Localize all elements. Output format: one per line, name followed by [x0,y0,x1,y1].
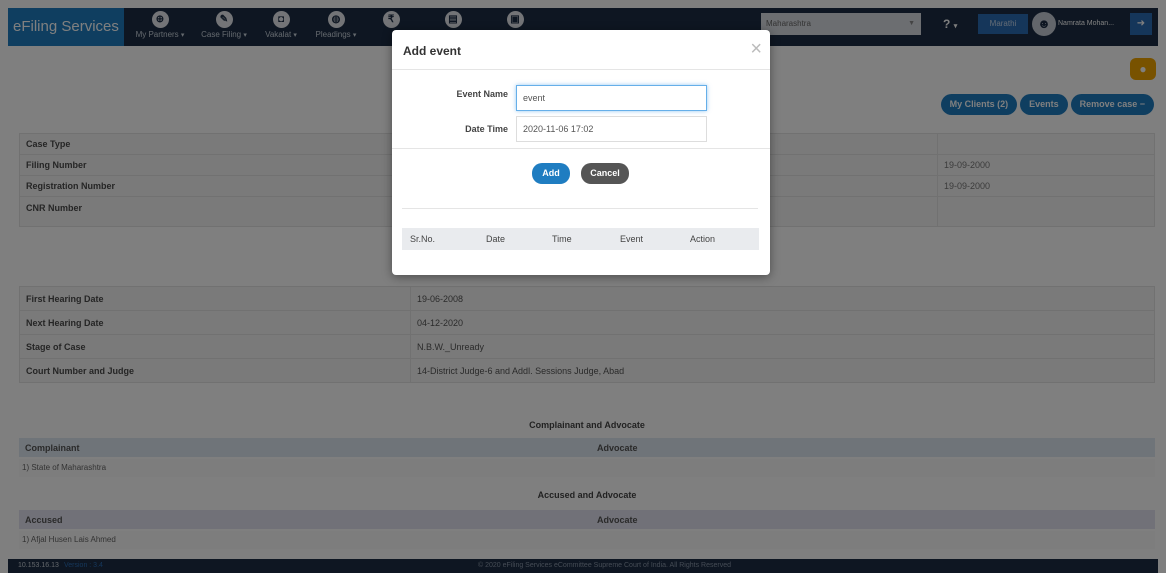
event-name-input[interactable] [516,85,707,111]
cancel-button[interactable]: Cancel [581,163,629,184]
column-header: Time [552,234,572,244]
event-name-label: Event Name [456,89,508,99]
add-button[interactable]: Add [532,163,570,184]
modal-header: Add event × [392,30,770,70]
column-header: Event [620,234,644,244]
close-icon[interactable]: × [750,39,762,59]
add-event-modal: Add event × Event Name Date Time Add Can… [392,30,770,275]
column-header: Date [486,234,506,244]
column-header: Sr.No. [410,234,436,244]
date-time-input[interactable] [516,116,707,142]
events-table-header: Sr.No. Date Time Event Action [402,228,759,250]
divider [402,208,758,209]
column-header: Action [690,234,716,244]
date-time-label: Date Time [465,124,508,134]
modal-title: Add event [403,44,462,58]
divider [392,148,770,149]
